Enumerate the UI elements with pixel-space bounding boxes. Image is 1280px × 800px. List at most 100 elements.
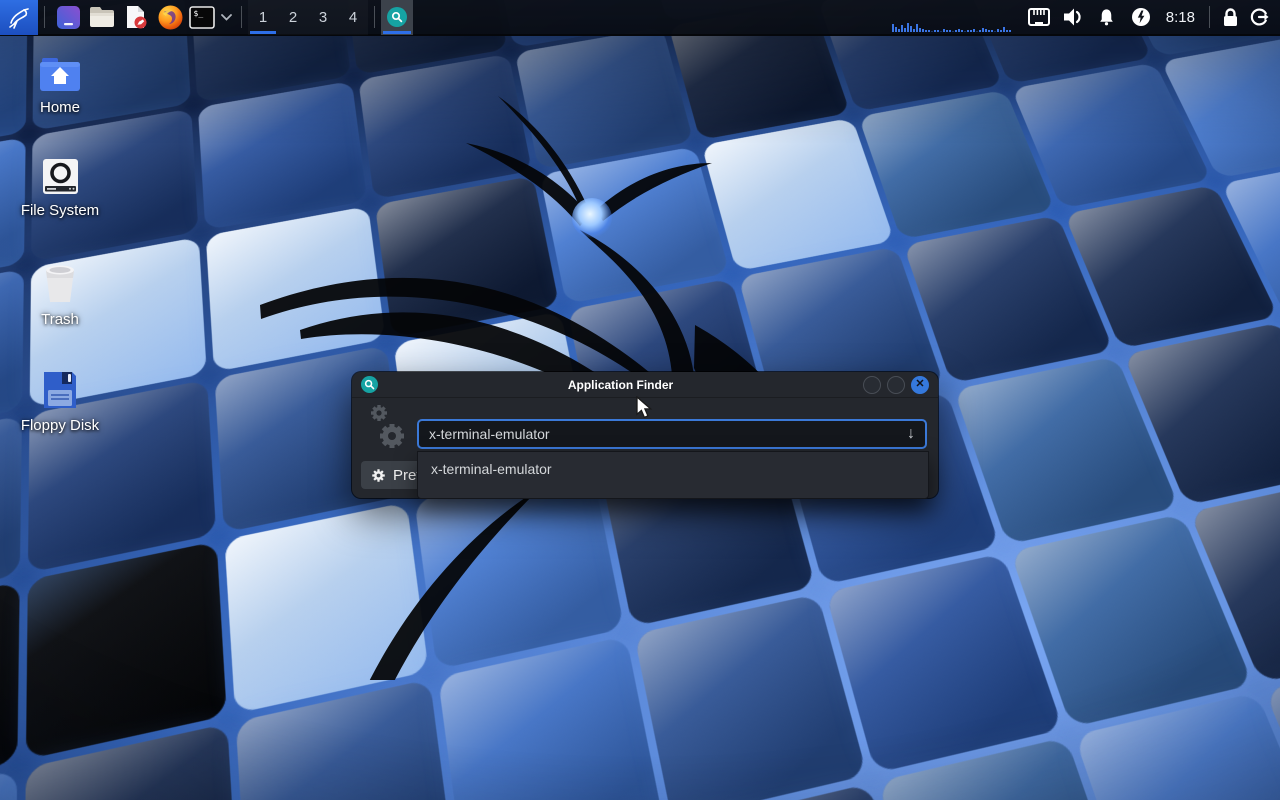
window-icon: [361, 376, 378, 393]
desktop-icon-home[interactable]: Home: [10, 58, 110, 116]
monitor-bar: [931, 31, 933, 32]
desktop-icon-label: Trash: [41, 311, 79, 328]
monitor-bar: [892, 24, 894, 32]
text-editor-icon: [124, 5, 148, 29]
monitor-bar: [955, 30, 957, 32]
lock-icon: [1222, 7, 1239, 28]
clock[interactable]: 8:18: [1166, 9, 1195, 26]
system-monitor-graph[interactable]: [890, 0, 1022, 35]
monitor-bar: [1003, 27, 1005, 32]
hard-drive-icon: [42, 158, 79, 195]
logout-button[interactable]: [1244, 0, 1274, 35]
monitor-bar: [898, 29, 900, 32]
launcher-text-editor[interactable]: [119, 0, 153, 35]
suggestion-item[interactable]: x-terminal-emulator: [418, 452, 928, 486]
launcher-firefox[interactable]: [153, 0, 187, 35]
application-finder-task-icon: [387, 7, 407, 27]
panel-separator: [241, 6, 242, 28]
search-icon: [364, 379, 375, 390]
workspace-2[interactable]: 2: [278, 0, 308, 35]
workspace-4[interactable]: 4: [338, 0, 368, 35]
terminal-icon: $_: [189, 6, 215, 29]
network-wired-icon: [1027, 7, 1051, 27]
notifications-tray-item[interactable]: [1090, 0, 1124, 35]
monitor-bar: [964, 31, 966, 32]
power-manager-tray-item[interactable]: [1124, 0, 1158, 35]
monitor-bar: [961, 30, 963, 32]
monitor-bar: [976, 31, 978, 32]
monitor-bar: [973, 29, 975, 32]
monitor-bar: [916, 24, 918, 32]
launcher-desktop-app[interactable]: [51, 0, 85, 35]
power-manager-icon: [1131, 7, 1151, 27]
applications-menu-button[interactable]: [0, 0, 38, 35]
maximize-button[interactable]: [887, 376, 905, 394]
monitor-bar: [1009, 30, 1011, 32]
monitor-bar: [901, 25, 903, 32]
monitor-bar: [985, 29, 987, 32]
desktop-icon-label: File System: [21, 202, 99, 219]
monitor-bar: [925, 30, 927, 32]
monitor-bar: [982, 28, 984, 32]
desktop-icon-filesystem[interactable]: File System: [10, 158, 110, 219]
network-tray-item[interactable]: [1022, 0, 1056, 35]
monitor-bar: [913, 29, 915, 32]
monitor-bar: [910, 26, 912, 32]
monitor-bar: [1000, 30, 1002, 32]
kali-dragon-silhouette: [240, 60, 940, 680]
lock-screen-button[interactable]: [1216, 0, 1244, 35]
search-input[interactable]: x-terminal-emulator: [429, 426, 907, 442]
monitor-bar: [928, 30, 930, 32]
logout-icon: [1249, 7, 1269, 27]
window-title: Application Finder: [384, 378, 857, 392]
file-manager-icon: [89, 6, 115, 28]
top-panel: $_ 1 2 3 4: [0, 0, 1280, 36]
workspace-1[interactable]: 1: [248, 0, 278, 35]
chevron-down-icon: [221, 14, 232, 21]
monitor-bar: [994, 31, 996, 32]
monitor-bar: [937, 30, 939, 32]
minimize-button[interactable]: [863, 376, 881, 394]
monitor-bar: [991, 30, 993, 32]
trash-bin-icon: [43, 264, 77, 304]
workspace-number: 2: [289, 9, 297, 26]
desktop-icon-floppy[interactable]: Floppy Disk: [10, 370, 110, 434]
launcher-terminal[interactable]: $_: [187, 0, 217, 35]
home-folder-icon: [40, 58, 80, 92]
panel-right: 8:18: [890, 0, 1280, 34]
workspace-number: 1: [259, 9, 267, 26]
titlebar[interactable]: Application Finder ✕: [352, 372, 938, 398]
monitor-bar: [946, 30, 948, 32]
volume-icon: [1061, 6, 1084, 28]
desktop-icon-trash[interactable]: Trash: [10, 264, 110, 328]
search-suggestions-popup: x-terminal-emulator: [417, 451, 929, 499]
panel-left: $_ 1 2 3 4: [0, 0, 413, 34]
desktop: Home File System Trash: [0, 0, 1280, 800]
workspace-number: 4: [349, 9, 357, 26]
panel-separator: [44, 6, 45, 28]
panel-separator: [1209, 6, 1210, 28]
search-icon: [391, 11, 403, 23]
panel-separator: [374, 6, 375, 28]
monitor-bar: [1006, 30, 1008, 32]
firefox-icon: [158, 5, 183, 30]
kali-dragon-icon: [5, 3, 33, 31]
dropdown-arrow-icon[interactable]: ↓: [907, 425, 915, 443]
workspace-3[interactable]: 3: [308, 0, 338, 35]
close-button[interactable]: ✕: [911, 376, 929, 394]
monitor-bar: [958, 29, 960, 32]
mouse-cursor: [636, 396, 656, 419]
monitor-bar: [949, 30, 951, 32]
desktop-icon-label: Home: [40, 99, 80, 116]
desktop-app-icon: [57, 6, 80, 29]
taskbar-application-finder-button[interactable]: [381, 0, 413, 35]
launcher-dropdown-button[interactable]: [217, 0, 235, 35]
monitor-bar: [904, 28, 906, 32]
gears-icon: [364, 400, 410, 454]
monitor-bar: [967, 30, 969, 32]
blue-orb: [572, 198, 612, 238]
launcher-file-manager[interactable]: [85, 0, 119, 35]
volume-tray-item[interactable]: [1056, 0, 1090, 35]
search-combobox[interactable]: x-terminal-emulator ↓: [417, 419, 927, 449]
monitor-bar: [940, 31, 942, 32]
